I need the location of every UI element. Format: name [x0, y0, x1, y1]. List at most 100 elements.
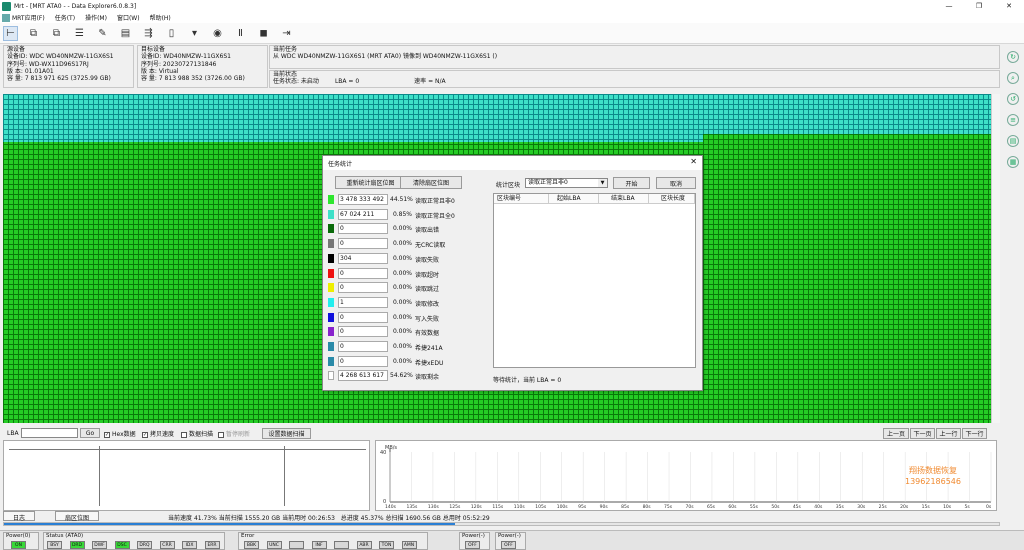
sync-icon[interactable]: ↺ — [1007, 93, 1019, 105]
stat-row: 0 0.00% 读取跳过 — [328, 282, 488, 295]
stat-percent: 0.00% — [392, 284, 412, 292]
file-icon[interactable]: ▯ — [164, 26, 179, 41]
menu-operate[interactable]: 操作(M) — [85, 13, 107, 22]
chart-tick-label: 115s — [492, 504, 504, 510]
cancel-button[interactable]: 取消 — [656, 177, 696, 189]
data-scan-checkbox[interactable]: 数据扫描 — [181, 429, 213, 438]
stat-row: 0 0.00% 读取出错 — [328, 223, 488, 236]
color-swatch — [328, 312, 334, 322]
page-icon[interactable]: ▦ — [1007, 156, 1019, 168]
status-led: DWF — [92, 541, 107, 549]
menu-help[interactable]: 帮助(H) — [150, 13, 171, 22]
stat-label: 希捷xEDU — [415, 359, 444, 367]
go-button[interactable]: Go — [80, 428, 100, 438]
stat-label: 有效数据 — [415, 330, 440, 338]
stat-label: 写入失败 — [415, 315, 440, 323]
dialog-title-bar: 任务统计 ✕ — [323, 156, 702, 170]
chart-tick-label: 85s — [621, 504, 630, 510]
hex-checkbox[interactable]: ✓ Hex数据 — [104, 429, 136, 438]
next-row-button[interactable]: 下一行 — [962, 428, 987, 439]
minimize-button[interactable]: — — [934, 0, 964, 12]
status-group: Status (ATA0) BSY DRD DWF DSC DRQ CRR IDX ERR — [43, 532, 225, 550]
map-controls: LBA Go ✓ Hex数据 ✓ 拷贝速度 数据扫描 暂停刷新 设置数据扫描 上一页… — [0, 427, 1024, 440]
state-line: 任务状态: 未启动 LBA = 0 速率 = N/A — [273, 78, 446, 86]
pause-icon[interactable]: Ⅱ — [233, 26, 248, 41]
sector-map-scrollbar[interactable] — [991, 94, 1000, 423]
chart-tick-label: 130s — [428, 504, 440, 510]
menu-bar: MRT应用(F) 任务(T) 操作(M) 窗口(W) 帮助(H) — [0, 12, 1024, 23]
stat-count: 304 — [338, 252, 388, 264]
error-led: TON — [379, 541, 394, 549]
scan-settings-button[interactable]: 设置数据扫描 — [262, 428, 311, 439]
image-icon[interactable]: ⇶ — [141, 26, 156, 41]
stat-row: 4 268 613 617 54.62% 读取剩余 — [328, 370, 488, 383]
log-divider — [9, 449, 366, 450]
edit-icon[interactable]: ✎ — [95, 26, 110, 41]
stop-icon[interactable]: ◼ — [256, 26, 271, 41]
maximize-button[interactable]: ❐ — [964, 0, 994, 12]
exit-icon[interactable]: ⇥ — [279, 26, 294, 41]
chart-tick-label: 135s — [406, 504, 418, 510]
chart-tick-label: 45s — [793, 504, 802, 510]
log-divider-right — [284, 446, 285, 506]
rebuild-map-button[interactable]: 重新统计扇区位图 — [335, 176, 406, 189]
prev-page-button[interactable]: 上一页 — [883, 428, 909, 439]
stat-count: 3 478 333 492 — [338, 194, 388, 205]
target-serial: 序列号: 20230727131846 — [141, 60, 217, 68]
chart-tick-label: 15s — [922, 504, 931, 510]
progress-summary: 当前速度 41.73% 当前扫描 1555.20 GB 当前用时 00:26:5… — [168, 515, 490, 522]
total-progress-bar — [3, 522, 1000, 526]
next-page-button[interactable]: 下一页 — [910, 428, 935, 439]
doc-icon[interactable]: ▤ — [1007, 135, 1019, 147]
chart-tick-label: 75s — [664, 504, 673, 510]
stat-range-select[interactable]: 读取正常且非0 ▼ — [525, 178, 608, 188]
chart-tick-label: 140s — [385, 504, 397, 510]
error-led: AMN — [401, 541, 417, 549]
current-state: 当前状态 任务状态: 未启动 LBA = 0 速率 = N/A — [269, 70, 1000, 88]
task-stats-dialog: 任务统计 ✕ 重新统计扇区位图 清除扇区位图 统计区块 读取正常且非0 ▼ 开始 … — [322, 155, 703, 391]
chart-tick-label: 120s — [471, 504, 483, 510]
stat-label: 读取出错 — [415, 227, 440, 235]
bottom-tabs: 日志 扇区位图 — [3, 511, 100, 522]
status-led: DRD — [69, 541, 85, 549]
chart-tick-label: 0s — [986, 504, 992, 510]
menu-window[interactable]: 窗口(W) — [117, 13, 140, 22]
sector-map-icon[interactable]: ⊢ — [3, 25, 18, 41]
chart-ylabel: MB/s — [385, 445, 397, 451]
menu-task[interactable]: 任务(T) — [55, 13, 75, 22]
stat-row: 0 0.00% 希捷241A — [328, 341, 488, 354]
copy-icon[interactable]: ⧉ — [26, 26, 41, 41]
error-led: BBK — [244, 541, 259, 549]
stat-percent: 0.00% — [392, 269, 412, 277]
start-button[interactable]: 开始 — [613, 177, 650, 189]
chart-tick-label: 30s — [857, 504, 866, 510]
prev-row-button[interactable]: 上一行 — [936, 428, 961, 439]
play-icon[interactable]: ◉ — [210, 26, 225, 41]
chart-tick-label: 100s — [557, 504, 569, 510]
chart-tick-label: 80s — [643, 504, 652, 510]
clone-icon[interactable]: ⧉ — [49, 26, 64, 41]
clear-map-button[interactable]: 清除扇区位图 — [400, 176, 462, 189]
chevron-down-icon: ▼ — [598, 179, 607, 187]
tab-log[interactable]: 日志 — [3, 511, 36, 522]
lba-input[interactable] — [21, 428, 78, 438]
block-table-header: 区块编号 起始LBA 结束LBA 区块长度 — [494, 194, 695, 204]
chart-tick-label: 50s — [771, 504, 780, 510]
stack-icon[interactable]: ☰ — [72, 26, 87, 41]
col-block-no: 区块编号 — [494, 194, 549, 203]
copy-speed-checkbox[interactable]: ✓ 拷贝速度 — [142, 429, 174, 438]
log-divider-left — [99, 446, 100, 506]
save-icon[interactable]: ▤ — [118, 26, 133, 41]
stat-count: 0 — [338, 223, 388, 235]
dropdown-icon[interactable]: ▾ — [187, 26, 202, 41]
block-table[interactable]: 区块编号 起始LBA 结束LBA 区块长度 — [493, 193, 696, 368]
dialog-close-icon[interactable]: ✕ — [690, 157, 697, 166]
tab-sector-map[interactable]: 扇区位图 — [55, 511, 100, 522]
refresh-icon[interactable]: ↻ — [1007, 51, 1019, 63]
menu-app[interactable]: MRT应用(F) — [2, 13, 45, 22]
pause-refresh-checkbox[interactable]: 暂停刷新 — [218, 429, 250, 438]
search-icon[interactable]: ⌕ — [1007, 72, 1019, 84]
close-button[interactable]: ✕ — [994, 0, 1024, 12]
list-icon[interactable]: ≡ — [1007, 114, 1019, 126]
col-start-lba: 起始LBA — [549, 194, 599, 203]
